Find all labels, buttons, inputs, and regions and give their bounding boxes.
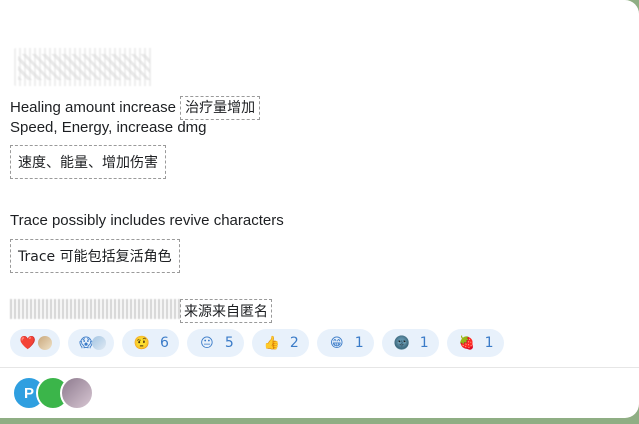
line1-cn-box: 治疗量增加	[180, 96, 261, 120]
reaction-moon[interactable]: 🌚 1	[381, 329, 439, 357]
reaction-count: 6	[160, 335, 169, 351]
reaction-count: 1	[419, 335, 429, 351]
raised-eyebrow-face-icon: 🤨	[133, 335, 151, 351]
line1-en-text: Healing amount increase	[10, 99, 176, 116]
reaction-count: 1	[484, 335, 494, 351]
reaction-count: 1	[354, 335, 364, 351]
thumbs-up-icon: 👍	[263, 335, 280, 351]
reaction-heart[interactable]: ❤️	[10, 329, 60, 357]
reaction-count: 2	[289, 335, 299, 351]
message-line-speed: Speed, Energy, increase dmg	[10, 119, 207, 136]
divider	[0, 367, 639, 368]
viewer-avatars[interactable]: P	[12, 376, 94, 410]
reaction-scream[interactable]: 😱	[68, 329, 114, 357]
message-card: Healing amount increase 治疗量增加 Speed, Ene…	[0, 0, 639, 418]
obscured-header-image	[14, 48, 154, 86]
reactions-bar: ❤️ 😱 🤨 6 😐 5 👍 2 😁 1 🌚 1 🍓 1	[10, 329, 504, 357]
reactor-avatar	[38, 336, 52, 350]
reaction-thumbs-up[interactable]: 👍 2	[251, 329, 309, 357]
reaction-grin[interactable]: 😁 1	[316, 329, 374, 357]
message-line-healing: Healing amount increase 治疗量增加	[10, 96, 261, 120]
neutral-face-icon: 😐	[200, 335, 214, 351]
translation-box-trace: Trace 可能包括复活角色	[10, 239, 180, 273]
obscured-source-text	[10, 299, 182, 319]
source-box: 来源来自匿名	[180, 299, 272, 323]
reaction-strawberry[interactable]: 🍓 1	[446, 329, 504, 357]
avatar-letter: P	[23, 384, 34, 402]
reaction-neutral[interactable]: 😐 5	[186, 329, 244, 357]
heart-icon: ❤️	[19, 335, 37, 351]
grinning-face-icon: 😁	[329, 335, 344, 351]
message-line-trace: Trace possibly includes revive character…	[10, 212, 284, 229]
reaction-raised-eyebrow[interactable]: 🤨 6	[122, 329, 179, 357]
new-moon-face-icon: 🌚	[393, 335, 410, 351]
translation-box-speed: 速度、能量、增加伤害	[10, 145, 166, 179]
reaction-count: 5	[224, 335, 234, 351]
reactor-avatar	[92, 336, 106, 350]
avatar[interactable]	[60, 376, 94, 410]
strawberry-icon: 🍓	[458, 335, 475, 351]
